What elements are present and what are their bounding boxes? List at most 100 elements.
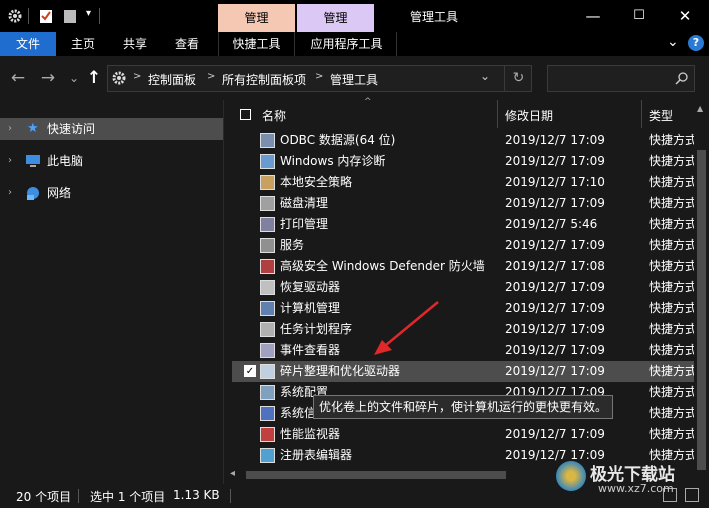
h-scrollbar-thumb[interactable] [246, 471, 506, 479]
watermark-url: www.xz7.com [598, 482, 674, 495]
file-type: 快捷方式 [649, 406, 694, 420]
table-row[interactable]: 恢复驱动器 2019/12/7 17:09 快捷方式 [232, 277, 694, 298]
file-type: 快捷方式 [649, 301, 694, 315]
file-date: 2019/12/7 17:08 [505, 259, 605, 273]
computer-icon [26, 155, 40, 167]
maximize-button[interactable]: ☐ [616, 4, 662, 28]
window-title: 管理工具 [410, 10, 459, 24]
table-row[interactable]: 任务计划程序 2019/12/7 17:09 快捷方式 [232, 319, 694, 340]
vertical-scrollbar[interactable]: ▲ [694, 100, 709, 484]
scroll-up-icon[interactable]: ▲ [697, 104, 703, 113]
table-row[interactable]: ODBC 数据源(64 位) 2019/12/7 17:09 快捷方式 [232, 130, 694, 151]
sidebar-item-quick-access[interactable]: › ★ 快速访问 [0, 118, 223, 140]
file-type: 快捷方式 [649, 343, 694, 357]
large-icons-view-icon[interactable] [685, 488, 699, 502]
context-tab-shortcut-manage[interactable]: 管理 [218, 4, 295, 32]
file-type: 快捷方式 [649, 322, 694, 336]
table-row[interactable]: 性能监视器 2019/12/7 17:09 快捷方式 [232, 424, 694, 445]
file-type: 快捷方式 [649, 175, 694, 189]
column-header-date[interactable]: 修改日期 [505, 107, 553, 124]
pane-divider[interactable] [223, 100, 224, 484]
row-checkbox[interactable]: ✓ [244, 365, 256, 377]
breadcrumb-admin-tools[interactable]: 管理工具 [330, 71, 378, 88]
column-divider[interactable] [497, 100, 498, 128]
qat-customize-icon[interactable]: ▾ [86, 8, 91, 19]
properties-icon[interactable] [38, 8, 54, 24]
file-name: 恢复驱动器 [280, 280, 341, 294]
file-type: 快捷方式 [649, 238, 694, 252]
select-all-checkbox[interactable] [240, 109, 251, 120]
table-row[interactable]: 磁盘清理 2019/12/7 17:09 快捷方式 [232, 193, 694, 214]
file-type: 快捷方式 [649, 259, 694, 273]
context-tab-app-manage[interactable]: 管理 [297, 4, 374, 32]
breadcrumb-all-items[interactable]: 所有控制面板项 [222, 71, 306, 88]
column-header-type[interactable]: 类型 [649, 107, 673, 124]
table-row[interactable]: 高级安全 Windows Defender 防火墙 2019/12/7 17:08… [232, 256, 694, 277]
expand-chevron-icon[interactable]: › [8, 118, 12, 140]
table-row[interactable]: Windows 内存诊断 2019/12/7 17:09 快捷方式 [232, 151, 694, 172]
qat-divider [99, 8, 100, 24]
address-dropdown-icon[interactable]: ⌄ [480, 69, 490, 83]
tab-shortcut-tools[interactable]: 快捷工具 [218, 32, 295, 56]
shortcut-icon [260, 427, 275, 442]
search-input[interactable] [547, 65, 695, 92]
refresh-button[interactable]: ↻ [504, 66, 532, 91]
file-date: 2019/12/7 17:09 [505, 364, 605, 378]
status-selected: 选中 1 个项目 [90, 490, 166, 504]
tab-home[interactable]: 主页 [60, 32, 106, 56]
forward-button[interactable]: → [36, 66, 60, 90]
help-icon[interactable]: ? [688, 35, 704, 51]
file-date: 2019/12/7 17:09 [505, 322, 605, 336]
table-row[interactable]: ✓ 碎片整理和优化驱动器 2019/12/7 17:09 快捷方式 [232, 361, 694, 382]
ribbon-expand-icon[interactable]: ⌄ [667, 34, 679, 50]
file-type: 快捷方式 [649, 154, 694, 168]
table-row[interactable]: 打印管理 2019/12/7 5:46 快捷方式 [232, 214, 694, 235]
sidebar-item-this-pc[interactable]: › 此电脑 [0, 150, 223, 172]
shortcut-icon [260, 406, 275, 421]
tab-share[interactable]: 共享 [112, 32, 158, 56]
scrollbar-thumb[interactable] [697, 150, 706, 470]
breadcrumb-separator[interactable]: > [133, 71, 141, 82]
close-button[interactable]: ✕ [662, 4, 708, 28]
sidebar-item-network[interactable]: › 网络 [0, 182, 223, 204]
file-name: 打印管理 [280, 217, 329, 231]
new-folder-icon[interactable] [62, 8, 78, 24]
shortcut-icon [260, 322, 275, 337]
tooltip: 优化卷上的文件和碎片，使计算机运行的更快更有效。 [313, 395, 613, 419]
breadcrumb-separator[interactable]: > [315, 71, 323, 82]
expand-chevron-icon[interactable]: › [8, 182, 12, 204]
file-name: Windows 内存诊断 [280, 154, 386, 168]
file-name: 任务计划程序 [280, 322, 353, 336]
shortcut-icon [260, 301, 275, 316]
settings-gear-icon[interactable] [7, 8, 23, 24]
file-type: 快捷方式 [649, 196, 694, 210]
search-icon[interactable] [675, 71, 689, 85]
shortcut-icon [260, 154, 275, 169]
scroll-left-icon[interactable]: ◂ [230, 468, 235, 479]
file-date: 2019/12/7 17:10 [505, 175, 605, 189]
file-name: 注册表编辑器 [280, 448, 353, 462]
breadcrumb-control-panel[interactable]: 控制面板 [148, 71, 196, 88]
breadcrumb-separator[interactable]: > [207, 71, 215, 82]
up-button[interactable]: ↑ [82, 66, 106, 90]
tab-file[interactable]: 文件 [0, 32, 56, 56]
column-header-name[interactable]: 名称 [262, 107, 286, 124]
expand-chevron-icon[interactable]: › [8, 150, 12, 172]
file-date: 2019/12/7 17:09 [505, 238, 605, 252]
file-name: 计算机管理 [280, 301, 341, 315]
tab-view[interactable]: 查看 [164, 32, 210, 56]
file-name: 碎片整理和优化驱动器 [280, 364, 401, 378]
watermark-logo-icon [556, 461, 586, 491]
back-button[interactable]: ← [6, 66, 30, 90]
file-name: ODBC 数据源(64 位) [280, 133, 396, 147]
table-row[interactable]: 事件查看器 2019/12/7 17:09 快捷方式 [232, 340, 694, 361]
minimize-button[interactable]: — [570, 4, 616, 28]
column-divider[interactable] [641, 100, 642, 128]
file-date: 2019/12/7 17:09 [505, 427, 605, 441]
table-row[interactable]: 计算机管理 2019/12/7 17:09 快捷方式 [232, 298, 694, 319]
table-row[interactable]: 本地安全策略 2019/12/7 17:10 快捷方式 [232, 172, 694, 193]
table-row[interactable]: 服务 2019/12/7 17:09 快捷方式 [232, 235, 694, 256]
status-item-count: 20 个项目 [16, 490, 72, 504]
status-size: 1.13 KB [173, 488, 220, 502]
tab-app-tools[interactable]: 应用程序工具 [297, 32, 397, 56]
